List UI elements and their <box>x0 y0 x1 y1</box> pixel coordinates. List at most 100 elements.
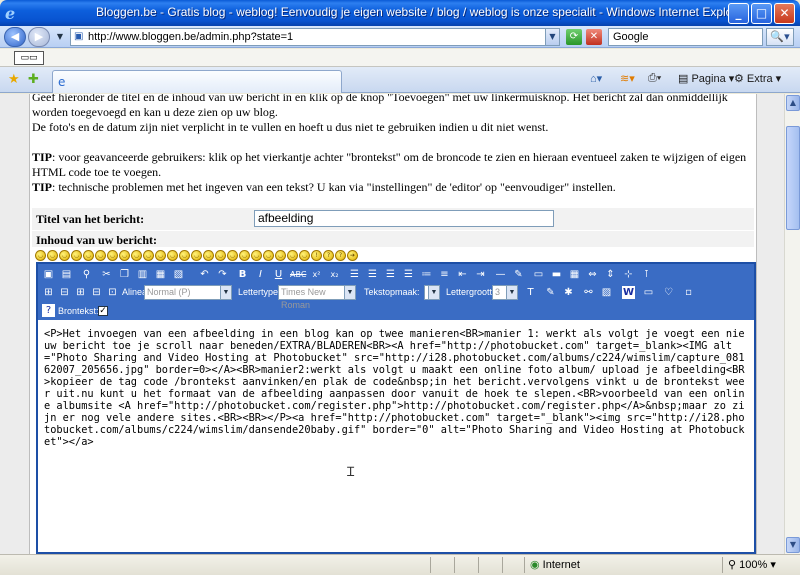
smiley-icon[interactable]: ◡ <box>179 250 190 261</box>
smiley-icon[interactable]: ! <box>311 250 322 261</box>
forward-button[interactable]: ▶ <box>28 27 50 47</box>
undo-icon[interactable]: ↶ <box>198 268 211 281</box>
smiley-icon[interactable]: ? <box>335 250 346 261</box>
maximize-button[interactable]: □ <box>751 3 772 24</box>
indent-icon[interactable]: ⇥ <box>474 268 487 281</box>
smiley-icon[interactable]: ◡ <box>203 250 214 261</box>
url-field[interactable]: ▣ http://www.bloggen.be/admin.php?state=… <box>70 28 560 46</box>
links-toolbar-icon[interactable]: ▭▭ <box>14 51 44 65</box>
extra-menu[interactable]: ⚙ Extra ▾ <box>734 72 781 88</box>
underline-icon[interactable]: U <box>272 268 285 281</box>
smiley-icon[interactable]: ◡ <box>71 250 82 261</box>
paste-text-icon[interactable]: ▦ <box>154 268 167 281</box>
ordered-list-icon[interactable]: ≔ <box>420 268 433 281</box>
smiley-icon[interactable]: ◡ <box>95 250 106 261</box>
close-button[interactable]: ✕ <box>774 3 795 24</box>
title-input[interactable]: afbeelding <box>254 210 554 227</box>
source-code-area[interactable]: <P>Het invoegen van een afbeelding in ee… <box>44 328 750 448</box>
find-icon[interactable]: ⚲ <box>80 268 93 281</box>
smiley-icon[interactable]: ◡ <box>299 250 310 261</box>
zoom-level[interactable]: ⚲ 100% ▾ <box>728 558 776 571</box>
superscript-icon[interactable]: x² <box>310 268 323 281</box>
merge-cell-icon[interactable]: ⊺ <box>640 268 653 281</box>
smiley-icon[interactable]: ◡ <box>59 250 70 261</box>
new-doc-icon[interactable]: ▣ <box>42 268 55 281</box>
feeds-icon[interactable]: ≋▾ <box>620 72 635 88</box>
redo-icon[interactable]: ↷ <box>216 268 229 281</box>
table-col-icon[interactable]: ⇕ <box>604 268 617 281</box>
cell-props-icon[interactable]: ⊡ <box>106 286 119 299</box>
search-input[interactable] <box>609 29 759 45</box>
outdent-icon[interactable]: ⇤ <box>456 268 469 281</box>
smiley-icon[interactable]: ◡ <box>215 250 226 261</box>
italic-icon[interactable]: I <box>254 268 267 281</box>
special-char-icon[interactable]: ✱ <box>562 286 575 299</box>
history-dropdown-icon[interactable]: ▼ <box>52 29 68 45</box>
print-icon[interactable]: ⎙▾ <box>648 72 661 88</box>
scroll-up-icon[interactable]: ▲ <box>786 95 800 111</box>
split-cell-icon[interactable]: ⊹ <box>622 268 635 281</box>
search-box[interactable] <box>608 28 763 46</box>
refresh-icon[interactable]: ⟳ <box>566 29 582 45</box>
minimize-button[interactable]: _ <box>728 3 749 24</box>
smiley-icon[interactable]: ◡ <box>119 250 130 261</box>
delete-col-icon[interactable]: ⊟ <box>90 286 103 299</box>
smiley-icon[interactable]: ◡ <box>239 250 250 261</box>
delete-row-icon[interactable]: ⊟ <box>58 286 71 299</box>
smiley-icon[interactable]: ◡ <box>227 250 238 261</box>
add-favorites-icon[interactable]: ✚ <box>28 72 39 87</box>
flash-icon[interactable]: ▭ <box>642 286 655 299</box>
smiley-icon[interactable]: ◡ <box>47 250 58 261</box>
lettertype-select[interactable]: Times New Roman ▼ <box>278 285 356 310</box>
misc-icon[interactable]: ▫ <box>682 286 695 299</box>
brontekst-checkbox[interactable]: ✓ <box>98 306 108 316</box>
paste-icon[interactable]: ▥ <box>136 268 149 281</box>
strikethrough-icon[interactable]: ABC <box>290 268 306 281</box>
align-left-icon[interactable]: ☰ <box>348 268 361 281</box>
copy-icon[interactable]: ❐ <box>118 268 131 281</box>
smiley-icon[interactable]: ◡ <box>155 250 166 261</box>
back-button[interactable]: ◀ <box>4 27 26 47</box>
favorites-star-icon[interactable]: ★ <box>8 72 20 87</box>
horizontal-rule-icon[interactable]: — <box>494 268 507 281</box>
security-zone[interactable]: ◉ Internet <box>530 558 580 571</box>
smiley-icon[interactable]: ? <box>323 250 334 261</box>
cut-icon[interactable]: ✂ <box>100 268 113 281</box>
lettergrootte-select[interactable]: 3 ▼ <box>492 285 518 300</box>
align-center-icon[interactable]: ☰ <box>366 268 379 281</box>
search-icon[interactable]: 🔍▾ <box>766 28 794 46</box>
url-dropdown-icon[interactable]: ▼ <box>545 29 559 45</box>
smiley-icon[interactable]: ◡ <box>263 250 274 261</box>
preview-icon[interactable]: ▤ <box>60 268 73 281</box>
smiley-icon[interactable]: ◡ <box>167 250 178 261</box>
smiley-icon[interactable]: ◡ <box>83 250 94 261</box>
smiley-icon[interactable]: ◡ <box>143 250 154 261</box>
align-right-icon[interactable]: ☰ <box>384 268 397 281</box>
highlight-icon[interactable]: ✎ <box>544 286 557 299</box>
pagina-menu[interactable]: ▤ Pagina ▾ <box>678 72 734 88</box>
link-icon[interactable]: ⚯ <box>582 286 595 299</box>
tekstopmaak-select[interactable]: ▼ <box>424 285 440 300</box>
smiley-icon[interactable]: ◡ <box>191 250 202 261</box>
window-title-bar[interactable]: e Bloggen.be - Gratis blog - weblog! Een… <box>0 0 800 26</box>
smiley-icon[interactable]: ◡ <box>251 250 262 261</box>
table-row-icon[interactable]: ⇔ <box>586 268 599 281</box>
heart-icon[interactable]: ♡ <box>662 286 675 299</box>
scroll-thumb[interactable] <box>786 126 800 230</box>
font-color-icon[interactable]: T <box>524 286 537 299</box>
smiley-icon[interactable]: ◡ <box>35 250 46 261</box>
table-insert-icon[interactable]: ▦ <box>568 268 581 281</box>
table-icon[interactable]: ▭ <box>532 268 545 281</box>
justify-icon[interactable]: ☰ <box>402 268 415 281</box>
smiley-icon[interactable]: ◡ <box>287 250 298 261</box>
bold-icon[interactable]: B <box>236 268 249 281</box>
arrow-smiley-icon[interactable]: ➔ <box>347 250 358 261</box>
word-icon[interactable]: W <box>622 286 635 299</box>
subscript-icon[interactable]: x₂ <box>328 268 341 281</box>
help-icon[interactable]: ? <box>42 304 55 317</box>
smiley-icon[interactable]: ◡ <box>131 250 142 261</box>
text-color-icon[interactable]: ▬ <box>550 268 563 281</box>
home-icon[interactable]: ⌂▾ <box>590 72 602 88</box>
image-icon[interactable]: ▨ <box>600 286 613 299</box>
insert-row-icon[interactable]: ⊞ <box>42 286 55 299</box>
